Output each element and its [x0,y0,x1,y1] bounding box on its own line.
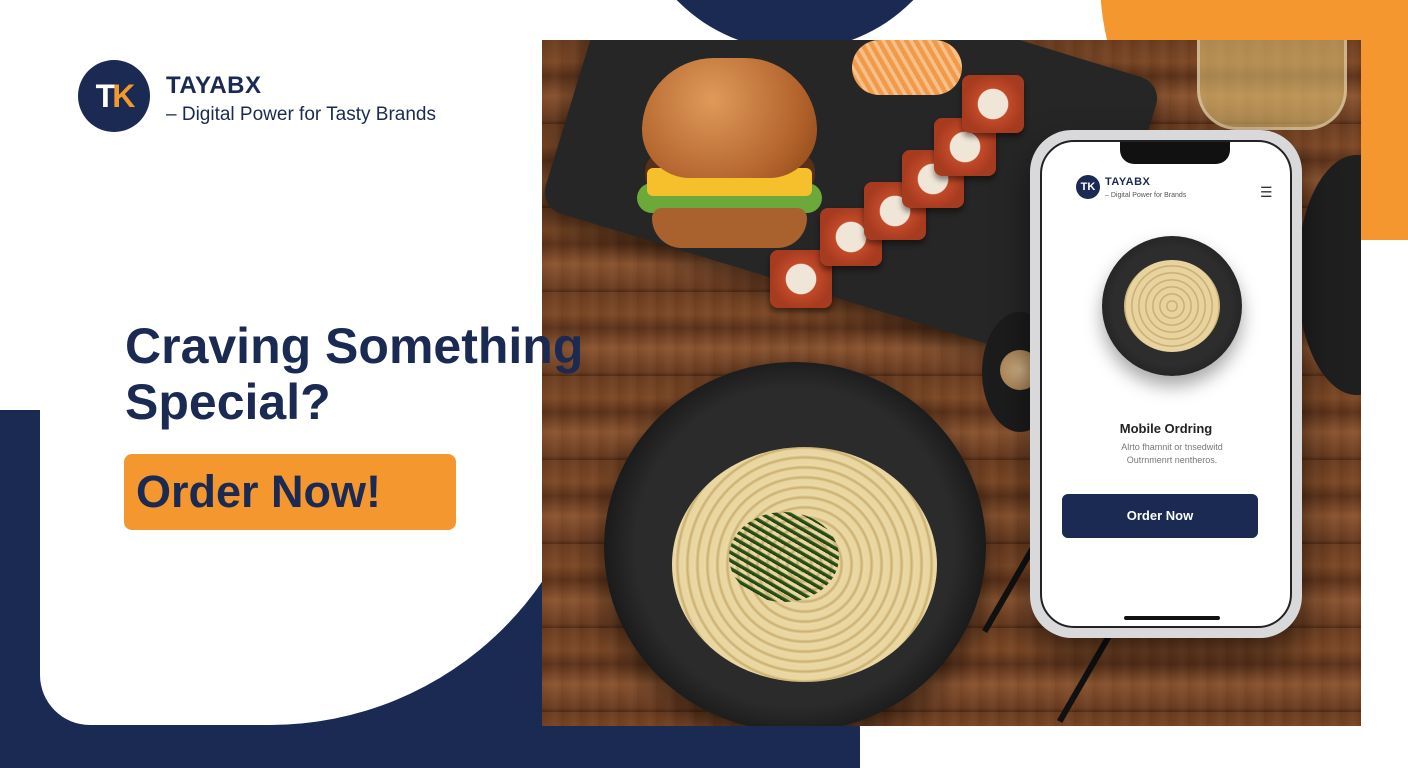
phone-logo-mark: TK [1076,175,1100,199]
phone-description: Alrto fhamnit or tnsedwitd Outrnmenrt ne… [1072,441,1272,467]
phone-brand-name: TAYABX [1105,176,1151,188]
phone-title: Mobile Ordring [1119,421,1213,436]
carrot-slaw [852,40,962,95]
phone-brand-tagline: – Digital Power for Brands [1105,192,1187,199]
logo-mark: TK [78,60,150,132]
phone-description-line: Outrnmenrt nentheros. [1126,455,1218,465]
burger-bun-bottom [652,208,807,248]
phone-notch [1120,142,1230,164]
menu-icon[interactable]: ☰ [1260,185,1273,199]
logo-letter-k: K [112,78,135,114]
burger [637,58,822,258]
drink-glass [1197,40,1347,130]
brand-name: TAYABX [166,72,262,99]
order-now-button[interactable]: Order Now! [124,454,456,530]
herb-garnish [729,512,839,602]
logo-letter-t: T [95,78,115,114]
phone-pasta-image [1102,236,1242,376]
phone-order-now-button[interactable]: Order Now [1062,494,1258,538]
sushi-piece [962,75,1024,133]
headline-line: Special? [125,374,331,430]
headline-line: Craving Something [125,318,584,374]
home-indicator [1124,616,1220,620]
phone-mockup: TK TAYABX – Digital Power for Brands ☰ M… [1030,130,1302,638]
burger-bun-top [642,58,817,178]
headline: Craving Something Special? [125,318,665,430]
phone-description-line: Alrto fhamnit or tnsedwitd [1121,442,1223,452]
phone-screen: TK TAYABX – Digital Power for Brands ☰ M… [1040,140,1292,628]
brand-tagline: – Digital Power for Tasty Brands [166,104,436,125]
